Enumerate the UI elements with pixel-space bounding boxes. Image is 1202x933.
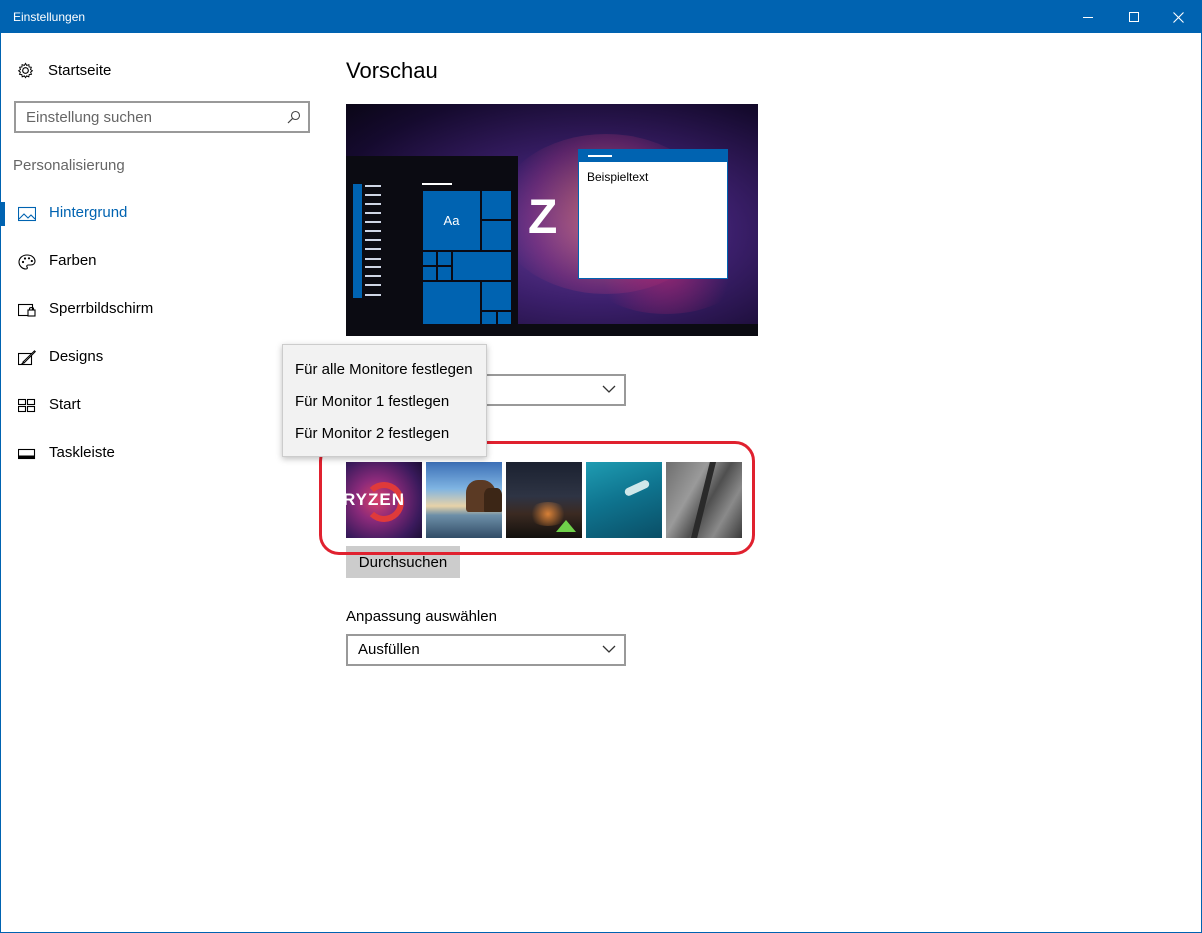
preview-taskbar — [346, 324, 758, 336]
diver-shape — [623, 478, 651, 498]
window-title: Einstellungen — [13, 10, 86, 24]
preview-tile — [422, 266, 437, 281]
preview-menu-line — [365, 203, 381, 205]
monitor-context-menu: Für alle Monitore festlegen Für Monitor … — [282, 344, 487, 457]
preview-menu-line — [365, 239, 381, 241]
preview-wallpaper-text: Z — [528, 191, 560, 244]
picture-icon — [18, 206, 36, 222]
chevron-down-icon — [602, 385, 616, 393]
preview-tile-header — [422, 183, 452, 185]
preview-menu-line — [365, 258, 381, 260]
preview-tile — [481, 281, 512, 311]
preview-tile-aa: Aa — [422, 190, 481, 251]
rock-crack — [689, 462, 717, 538]
home-link[interactable]: Startseite — [17, 57, 111, 83]
preview-menu-line — [365, 221, 381, 223]
settings-window: Einstellungen Startseite Personalisierun… — [0, 0, 1202, 933]
preview-tile — [422, 251, 437, 266]
menu-item-monitor-2[interactable]: Für Monitor 2 festlegen — [295, 425, 449, 442]
home-label: Startseite — [48, 61, 112, 79]
fit-select-value: Ausfüllen — [358, 641, 420, 658]
rock-shape — [484, 488, 502, 512]
chevron-down-icon — [602, 645, 616, 653]
sidebar-item-sperrbildschirm[interactable]: Sperrbildschirm — [1, 295, 311, 325]
search-input[interactable] — [26, 108, 276, 126]
page-title: Vorschau — [346, 58, 438, 83]
preview-menu-line — [365, 212, 381, 214]
preview-window: Beispieltext — [578, 149, 728, 279]
menu-item-monitor-1[interactable]: Für Monitor 1 festlegen — [295, 393, 449, 410]
preview-menu-line — [365, 194, 381, 196]
wallpaper-thumbnail-underwater[interactable] — [586, 462, 662, 538]
wallpaper-thumbnail-night[interactable] — [506, 462, 582, 538]
sidebar-item-taskleiste[interactable]: Taskleiste — [1, 439, 311, 469]
sidebar-item-label: Taskleiste — [49, 444, 115, 461]
sidebar-item-hintergrund[interactable]: Hintergrund — [1, 199, 311, 229]
close-button[interactable] — [1155, 1, 1201, 33]
sidebar-item-label: Sperrbildschirm — [49, 300, 154, 317]
sidebar-item-label: Designs — [49, 348, 104, 365]
wallpaper-thumbnail-beach[interactable] — [426, 462, 502, 538]
minimize-icon — [1083, 16, 1093, 18]
preview-tile — [481, 190, 512, 220]
brush-icon — [18, 350, 36, 366]
close-icon — [1172, 11, 1184, 23]
preview-start-rail — [353, 184, 362, 298]
gear-icon — [17, 61, 34, 79]
preview-menu-line — [365, 266, 381, 268]
browse-button[interactable]: Durchsuchen — [346, 546, 460, 578]
sidebar-item-farben[interactable]: Farben — [1, 247, 311, 277]
preview-tile — [437, 251, 452, 266]
sidebar-item-label: Hintergrund — [49, 204, 128, 221]
sidebar-item-label: Start — [49, 396, 81, 413]
wallpaper-thumbnail-rock[interactable] — [666, 462, 742, 538]
preview-window-title-line — [588, 155, 612, 157]
preview-window-titlebar — [579, 150, 727, 162]
preview-tile — [497, 311, 512, 325]
preview-menu-line — [365, 284, 381, 286]
preview-tile — [437, 266, 452, 281]
ryzen-text: RYZEN — [346, 490, 405, 509]
title-bar[interactable]: Einstellungen — [1, 1, 1201, 33]
preview-menu-line — [365, 230, 381, 232]
search-box[interactable] — [14, 101, 310, 133]
section-title: Personalisierung — [13, 157, 125, 174]
lockscreen-icon — [18, 303, 36, 317]
tent-shape — [556, 520, 576, 532]
menu-item-all-monitors[interactable]: Für alle Monitore festlegen — [295, 361, 473, 378]
preview-tile — [452, 251, 512, 281]
taskbar-icon — [18, 448, 36, 460]
preview-menu-line — [365, 185, 381, 187]
fit-select[interactable]: Ausfüllen — [346, 634, 626, 666]
preview-menu-line — [365, 294, 381, 296]
minimize-button[interactable] — [1065, 1, 1111, 33]
active-indicator — [1, 202, 5, 226]
preview-menu-line — [365, 275, 381, 277]
maximize-icon — [1129, 12, 1139, 22]
palette-icon — [18, 254, 36, 270]
sidebar-item-designs[interactable]: Designs — [1, 343, 311, 373]
preview-menu-line — [365, 248, 381, 250]
desktop-preview: Z Aa Beispieltext — [346, 104, 758, 336]
preview-tile — [481, 311, 497, 325]
sidebar-item-start[interactable]: Start — [1, 391, 311, 421]
preview-tile — [422, 281, 481, 325]
preview-tile — [481, 220, 512, 251]
fit-label: Anpassung auswählen — [346, 608, 497, 625]
search-icon[interactable] — [287, 110, 301, 124]
maximize-button[interactable] — [1111, 1, 1157, 33]
wallpaper-thumbnail-ryzen[interactable]: RYZEN — [346, 462, 422, 538]
preview-window-text: Beispieltext — [587, 170, 649, 184]
start-tiles-icon — [18, 398, 36, 413]
sidebar-item-label: Farben — [49, 252, 97, 269]
